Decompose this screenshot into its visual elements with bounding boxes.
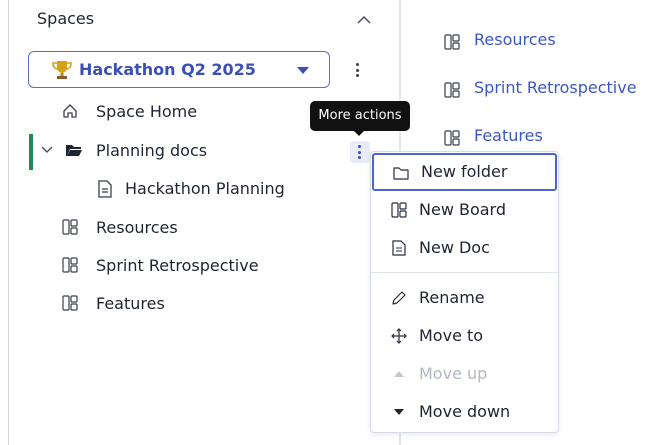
tree-item-label: Sprint Retrospective <box>96 256 259 275</box>
triangle-up-icon <box>391 366 407 382</box>
caret-down-icon <box>297 67 309 75</box>
menu-item-label: Move down <box>419 402 511 421</box>
menu-item-move-down[interactable]: Move down <box>371 393 558 431</box>
triangle-down-icon <box>391 404 407 420</box>
chevron-down-icon[interactable] <box>40 142 58 160</box>
content-link-label[interactable]: Features <box>474 126 543 145</box>
tree-item-hackathon-planning[interactable]: Hackathon Planning <box>8 171 368 207</box>
sidebar: Spaces Hackathon Q2 2025 Space Home Plan… <box>0 0 400 445</box>
context-menu: New folder New Board New Doc Rename Move… <box>370 151 559 433</box>
more-actions-tooltip: More actions <box>310 101 410 131</box>
menu-item-label: New Doc <box>419 238 490 257</box>
space-name: Hackathon Q2 2025 <box>79 60 256 79</box>
doc-icon <box>391 240 407 256</box>
menu-item-label: Move to <box>419 326 484 345</box>
spaces-header: Spaces <box>37 9 377 33</box>
more-vertical-icon <box>358 145 361 159</box>
tree-item-label: Planning docs <box>96 141 208 160</box>
menu-item-new-folder[interactable]: New folder <box>372 153 557 191</box>
tree-item-features[interactable]: Features <box>8 286 368 322</box>
menu-separator <box>371 272 558 273</box>
menu-item-label: Rename <box>419 288 485 307</box>
menu-item-move-up: Move up <box>371 355 558 393</box>
pencil-icon <box>391 290 407 306</box>
menu-item-label: New Board <box>419 200 507 219</box>
tree-item-label: Resources <box>96 218 178 237</box>
tree-item-label: Features <box>96 294 165 313</box>
folder-icon <box>393 166 409 182</box>
menu-item-label: Move up <box>419 364 488 383</box>
menu-item-move-to[interactable]: Move to <box>371 317 558 355</box>
folder-more-actions-button[interactable] <box>350 141 370 163</box>
board-icon <box>62 257 80 275</box>
board-icon <box>62 219 80 237</box>
menu-item-label: New folder <box>421 162 508 181</box>
menu-item-rename[interactable]: Rename <box>371 279 558 317</box>
space-selector[interactable]: Hackathon Q2 2025 <box>28 51 330 88</box>
menu-item-new-doc[interactable]: New Doc <box>371 229 558 267</box>
tree-item-label: Hackathon Planning <box>125 179 285 198</box>
tree-item-planning-docs[interactable]: Planning docs <box>8 133 368 169</box>
tooltip-arrow <box>353 130 365 136</box>
tree-item-label: Space Home <box>96 102 198 121</box>
more-vertical-icon <box>356 63 359 77</box>
content-link-label[interactable]: Resources <box>474 30 556 49</box>
tree-item-resources[interactable]: Resources <box>8 210 368 246</box>
doc-icon <box>97 180 115 198</box>
spaces-title: Spaces <box>37 9 95 28</box>
board-icon <box>444 82 462 100</box>
space-more-actions-button[interactable] <box>350 60 366 80</box>
menu-item-new-board[interactable]: New Board <box>371 191 558 229</box>
trophy-icon <box>51 59 73 81</box>
move-icon <box>391 328 407 344</box>
content-link-label[interactable]: Sprint Retrospective <box>474 78 637 97</box>
folder-open-icon <box>65 142 83 160</box>
board-icon <box>444 34 462 52</box>
board-icon <box>444 130 462 148</box>
board-icon <box>391 202 407 218</box>
tree-item-sprint-retrospective[interactable]: Sprint Retrospective <box>8 248 368 284</box>
chevron-up-icon[interactable] <box>356 15 372 27</box>
board-icon <box>62 295 80 313</box>
home-icon <box>62 103 80 121</box>
